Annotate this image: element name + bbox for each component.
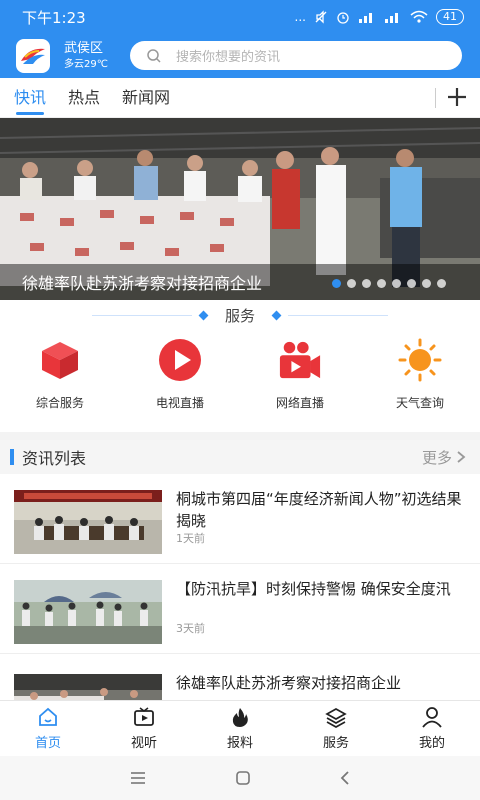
camera-icon [278,338,322,382]
news-item[interactable]: 【防汛抗旱】时刻保持警惕 确保安全度汛 3天前 [0,564,480,654]
section-gap [0,432,480,440]
carousel-dot[interactable] [392,279,401,288]
banner-caption-text: 徐雄率队赴苏浙考察对接招商企业 [22,274,263,293]
mute-icon [315,10,327,24]
news-title: 桐城市第四届“年度经济新闻人物”初选结果揭晓 [176,490,462,530]
tab-kuaixun[interactable]: 快讯 [14,78,46,118]
status-bar: 下午1:23 ... 41 [0,0,480,34]
news-time: 1天前 [176,532,205,545]
service-tv-live[interactable]: 电视直播 [120,338,240,422]
service-label: 电视直播 [155,396,204,410]
sun-icon [398,338,442,382]
system-nav-bar [0,756,480,800]
service-weather[interactable]: 天气查询 [360,338,480,422]
news-title: 徐雄率队赴苏浙考察对接招商企业 [176,674,402,692]
add-channel-icon[interactable] [442,82,472,112]
nav-media[interactable]: 视听 [96,701,192,756]
back-icon[interactable] [339,770,351,786]
news-item[interactable]: 桐城市第四届“年度经济新闻人物”初选结果揭晓 1天前 [0,474,480,564]
nav-home[interactable]: 首页 [0,701,96,756]
fire-icon [232,708,248,727]
services-grid: 综合服务 电视直播 网络直播 天气查询 [0,338,480,422]
divider-line [288,314,388,316]
news-list-title: 资讯列表 [22,449,87,468]
more-dots-icon: ... [294,10,306,24]
cube-icon [38,338,82,382]
app-logo[interactable] [16,39,50,73]
news-time: 3天前 [176,622,205,635]
tv-icon [134,707,154,726]
nav-profile[interactable]: 我的 [384,701,480,756]
status-icons: ... 41 [295,9,464,25]
diamond-icon [198,310,209,320]
carousel-dot[interactable] [437,279,446,288]
layers-icon [325,708,347,728]
chevron-right-icon [457,451,466,463]
nav-label: 报料 [226,736,253,751]
service-web-live[interactable]: 网络直播 [240,338,360,422]
search-input[interactable]: 搜索你想要的资讯 [176,46,280,65]
carousel-dot[interactable] [347,279,356,288]
status-time: 下午1:23 [22,8,86,27]
section-accent-bar [10,449,14,465]
app-header: 武侯区 多云29℃ 搜索你想要的资讯 [0,34,480,78]
nav-label: 服务 [322,736,349,751]
search-icon [147,48,161,63]
service-label: 网络直播 [275,396,324,410]
search-bar[interactable]: 搜索你想要的资讯 [130,41,462,70]
home-icon [39,707,57,726]
battery-indicator: 41 [436,9,464,25]
news-list-header: 资讯列表 更多 [0,440,480,474]
diamond-icon [271,310,282,320]
carousel-dot[interactable] [377,279,386,288]
bottom-navigation: 首页 视听 报料 服务 我的 [0,700,480,756]
tab-divider [435,88,436,108]
service-label: 天气查询 [395,396,444,410]
carousel-indicator [332,279,446,288]
alarm-icon [337,12,349,24]
news-thumbnail [14,580,162,644]
weather-label: 多云29℃ [64,58,108,70]
service-comprehensive[interactable]: 综合服务 [0,338,120,422]
user-icon [422,707,442,728]
home-square-icon[interactable] [235,770,251,786]
services-title: 服务 [0,302,480,328]
wifi-icon [410,10,428,23]
play-icon [158,338,202,382]
signal-icon-2 [385,13,398,23]
tab-redian[interactable]: 热点 [68,78,100,118]
category-tabs: 快讯 热点 新闻网 [0,78,480,118]
carousel-dot[interactable] [362,279,371,288]
services-title-text: 服务 [224,306,255,325]
carousel-dot[interactable] [407,279,416,288]
signal-icon [359,13,372,23]
news-thumbnail [14,490,162,554]
menu-icon[interactable] [129,771,147,785]
nav-label: 我的 [418,736,445,751]
banner-carousel[interactable]: 徐雄率队赴苏浙考察对接招商企业 [0,118,480,300]
tab-xinwenwang[interactable]: 新闻网 [122,78,170,118]
nav-label: 首页 [34,736,61,751]
nav-services[interactable]: 服务 [288,701,384,756]
logo-icon [21,48,45,64]
carousel-dot[interactable] [422,279,431,288]
more-link[interactable]: 更多 [422,447,466,468]
location-weather[interactable]: 武侯区 多云29℃ [64,41,108,70]
service-label: 综合服务 [35,396,84,410]
divider-line [91,314,192,316]
nav-label: 视听 [130,736,157,751]
district-label: 武侯区 [64,41,104,57]
more-label: 更多 [421,448,452,467]
carousel-dot[interactable] [332,279,341,288]
nav-report[interactable]: 报料 [192,701,288,756]
news-title: 【防汛抗旱】时刻保持警惕 确保安全度汛 [176,580,451,598]
